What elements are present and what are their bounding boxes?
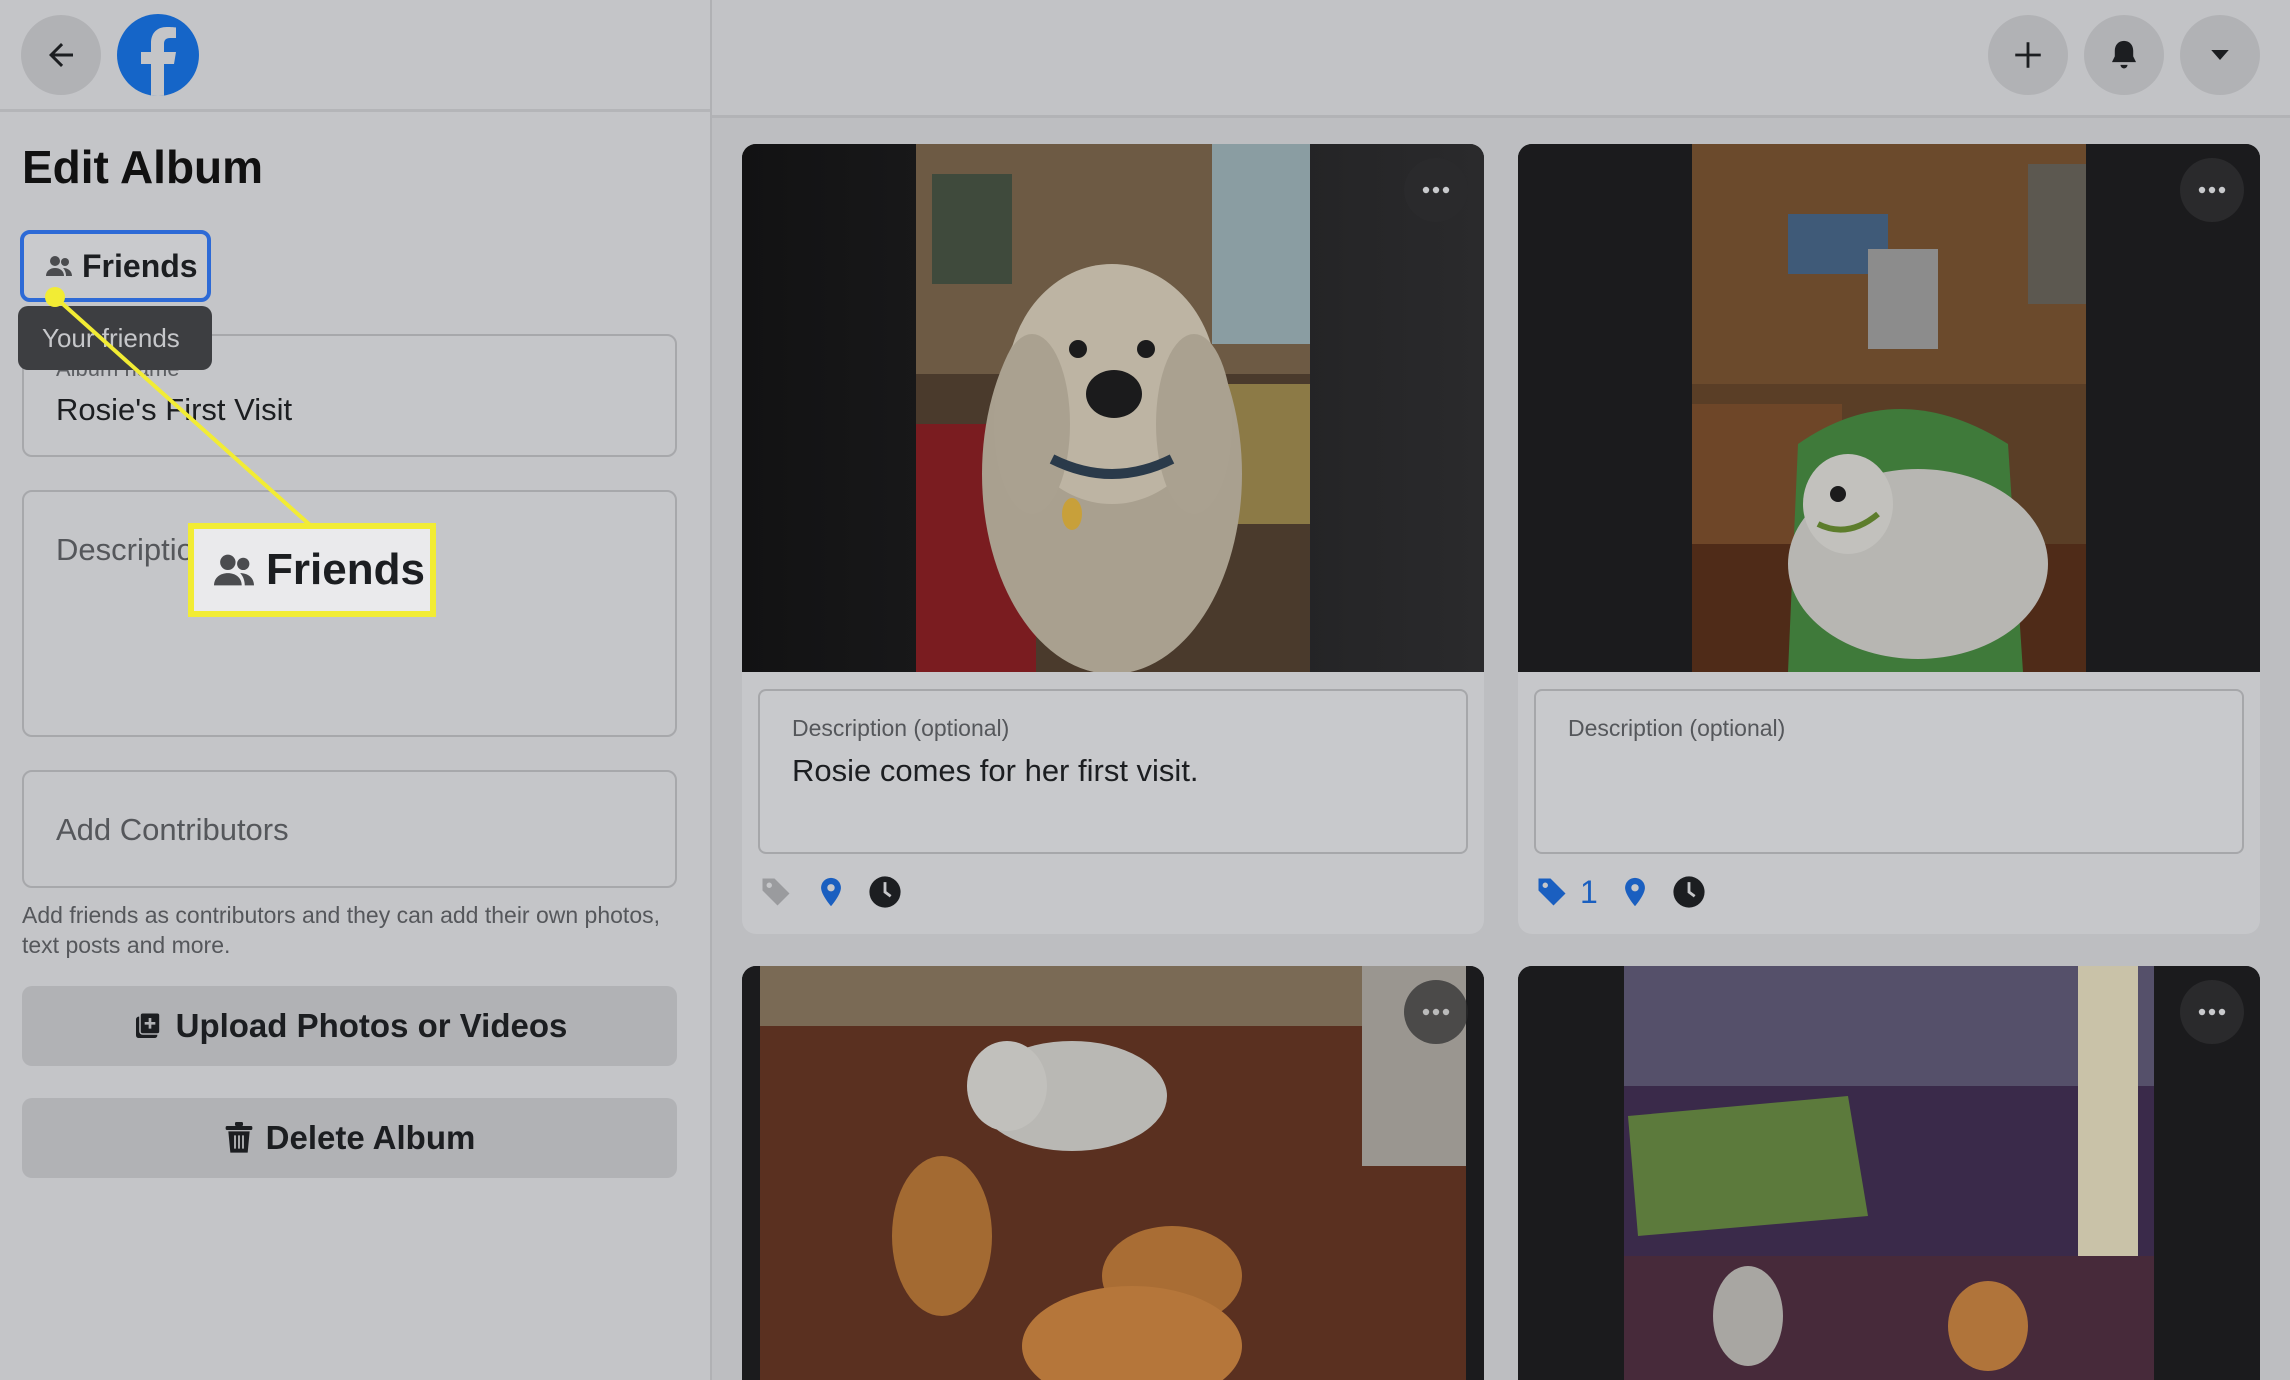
sidebar-header bbox=[0, 0, 710, 112]
main-header bbox=[712, 0, 2290, 118]
privacy-button-label: Friends bbox=[82, 247, 198, 284]
caret-down-icon bbox=[2211, 50, 2229, 60]
tag-count: 1 bbox=[1580, 873, 1598, 910]
more-horizontal-icon bbox=[2198, 186, 2226, 194]
photo-image[interactable] bbox=[742, 966, 1484, 1380]
description-label: Description (optional) bbox=[1568, 715, 1786, 741]
delete-button-label: Delete Album bbox=[265, 1119, 476, 1156]
album-photos-area: Description (optional) Rosie comes for h… bbox=[712, 0, 2290, 1380]
privacy-selector-button[interactable]: Friends bbox=[20, 230, 211, 302]
description-label: Description (optional) bbox=[792, 715, 1010, 741]
location-pin-icon[interactable] bbox=[814, 874, 848, 910]
upload-photos-button[interactable]: Upload Photos or Videos bbox=[22, 986, 677, 1066]
account-menu-button[interactable] bbox=[2180, 15, 2260, 95]
trash-icon bbox=[225, 1122, 253, 1153]
location-pin-icon[interactable] bbox=[1618, 874, 1652, 910]
tag-icon[interactable] bbox=[758, 874, 794, 910]
upload-button-label: Upload Photos or Videos bbox=[175, 1007, 568, 1044]
notifications-button[interactable] bbox=[2084, 15, 2164, 95]
more-horizontal-icon bbox=[1422, 1008, 1450, 1016]
more-horizontal-icon bbox=[2198, 1008, 2226, 1016]
callout-label: Friends bbox=[266, 545, 425, 594]
clock-icon[interactable] bbox=[1672, 875, 1706, 909]
photo-card bbox=[742, 966, 1484, 1380]
tag-icon[interactable] bbox=[1534, 874, 1570, 910]
plus-icon bbox=[2015, 42, 2041, 68]
photo-action-icons bbox=[758, 872, 902, 912]
back-button[interactable] bbox=[21, 15, 101, 95]
page-title: Edit Album bbox=[22, 141, 264, 193]
friends-callout: Friends bbox=[188, 523, 436, 617]
photo-image[interactable] bbox=[742, 144, 1484, 672]
more-horizontal-icon bbox=[1422, 186, 1450, 194]
description-text: Rosie comes for her first visit. bbox=[792, 753, 1199, 788]
edit-album-sidebar: Edit Album Friends Album name Rosie's Fi… bbox=[0, 0, 712, 1380]
photo-description-field[interactable]: Description (optional) Rosie comes for h… bbox=[758, 689, 1468, 854]
add-contributors-field[interactable]: Add Contributors bbox=[22, 770, 677, 888]
photo-image[interactable] bbox=[1518, 144, 2260, 672]
contributors-placeholder: Add Contributors bbox=[56, 812, 289, 847]
contributors-help-text: Add friends as contributors and they can… bbox=[22, 902, 661, 958]
photo-dog-and-cat bbox=[742, 966, 1484, 1380]
photo-options-button[interactable] bbox=[2180, 158, 2244, 222]
photo-dog-and-cat-dining-room bbox=[1518, 966, 2260, 1380]
photo-dog-sitting bbox=[742, 144, 1484, 672]
arrow-left-icon bbox=[49, 43, 73, 67]
photo-card bbox=[1518, 966, 2260, 1380]
facebook-logo-icon[interactable] bbox=[117, 14, 199, 96]
photo-action-icons: 1 bbox=[1534, 872, 1706, 912]
photo-person-holding-dog bbox=[1518, 144, 2260, 672]
album-name-value: Rosie's First Visit bbox=[56, 392, 293, 427]
photo-card: Description (optional) Rosie comes for h… bbox=[742, 144, 1484, 934]
privacy-tooltip: Your friends bbox=[18, 306, 212, 370]
photo-image[interactable] bbox=[1518, 966, 2260, 1380]
photo-add-icon bbox=[135, 1011, 161, 1038]
photo-card: Description (optional) 1 bbox=[1518, 144, 2260, 934]
bell-icon bbox=[2111, 40, 2137, 69]
friends-icon bbox=[214, 554, 254, 586]
photo-description-field[interactable]: Description (optional) bbox=[1534, 689, 2244, 854]
clock-icon[interactable] bbox=[868, 875, 902, 909]
photo-options-button[interactable] bbox=[1404, 980, 1468, 1044]
create-button[interactable] bbox=[1988, 15, 2068, 95]
photo-options-button[interactable] bbox=[2180, 980, 2244, 1044]
photo-options-button[interactable] bbox=[1404, 158, 1468, 222]
friends-icon bbox=[46, 256, 72, 276]
delete-album-button[interactable]: Delete Album bbox=[22, 1098, 677, 1178]
